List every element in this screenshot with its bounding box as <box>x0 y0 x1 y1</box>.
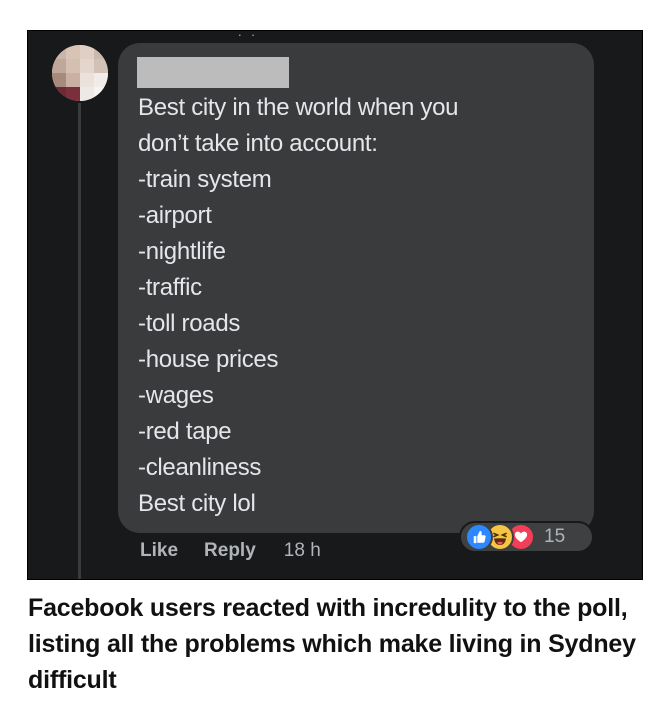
comment-line: -wages <box>138 382 214 409</box>
comment-line: -house prices <box>138 346 279 373</box>
reactions-summary[interactable]: 15 <box>459 521 594 553</box>
like-button[interactable]: Like <box>140 540 178 562</box>
comment-line: -traffic <box>138 274 202 301</box>
comment-bubble: Best city in the world when you don’t ta… <box>118 43 594 533</box>
image-caption: Facebook users reacted with incredulity … <box>28 594 636 694</box>
thread-line <box>78 103 81 579</box>
avatar[interactable] <box>52 45 108 101</box>
facebook-comment-screenshot: . . Best city in the world when you don’… <box>27 30 643 580</box>
comment-line: -cleanliness <box>138 454 262 481</box>
comment-line: -toll roads <box>138 310 241 337</box>
reply-button[interactable]: Reply <box>204 540 256 562</box>
redacted-commenter-name <box>137 57 289 88</box>
comment-line: -airport <box>138 202 212 229</box>
like-reaction-icon <box>465 523 493 551</box>
comment-line: Best city lol <box>138 490 256 517</box>
comment-line: -red tape <box>138 418 232 445</box>
comment-line: -train system <box>138 166 272 193</box>
comment-actions: Like Reply 18 h <box>140 539 321 563</box>
comment-line: Best city in the world when you <box>138 94 459 121</box>
reaction-count: 15 <box>544 526 566 547</box>
comment-text: Best city in the world when you don’t ta… <box>138 90 578 522</box>
comment-line: don’t take into account: <box>138 130 378 157</box>
timestamp[interactable]: 18 h <box>284 540 321 562</box>
cropped-text-fragment: . . <box>238 30 258 39</box>
comment-line: -nightlife <box>138 238 226 265</box>
